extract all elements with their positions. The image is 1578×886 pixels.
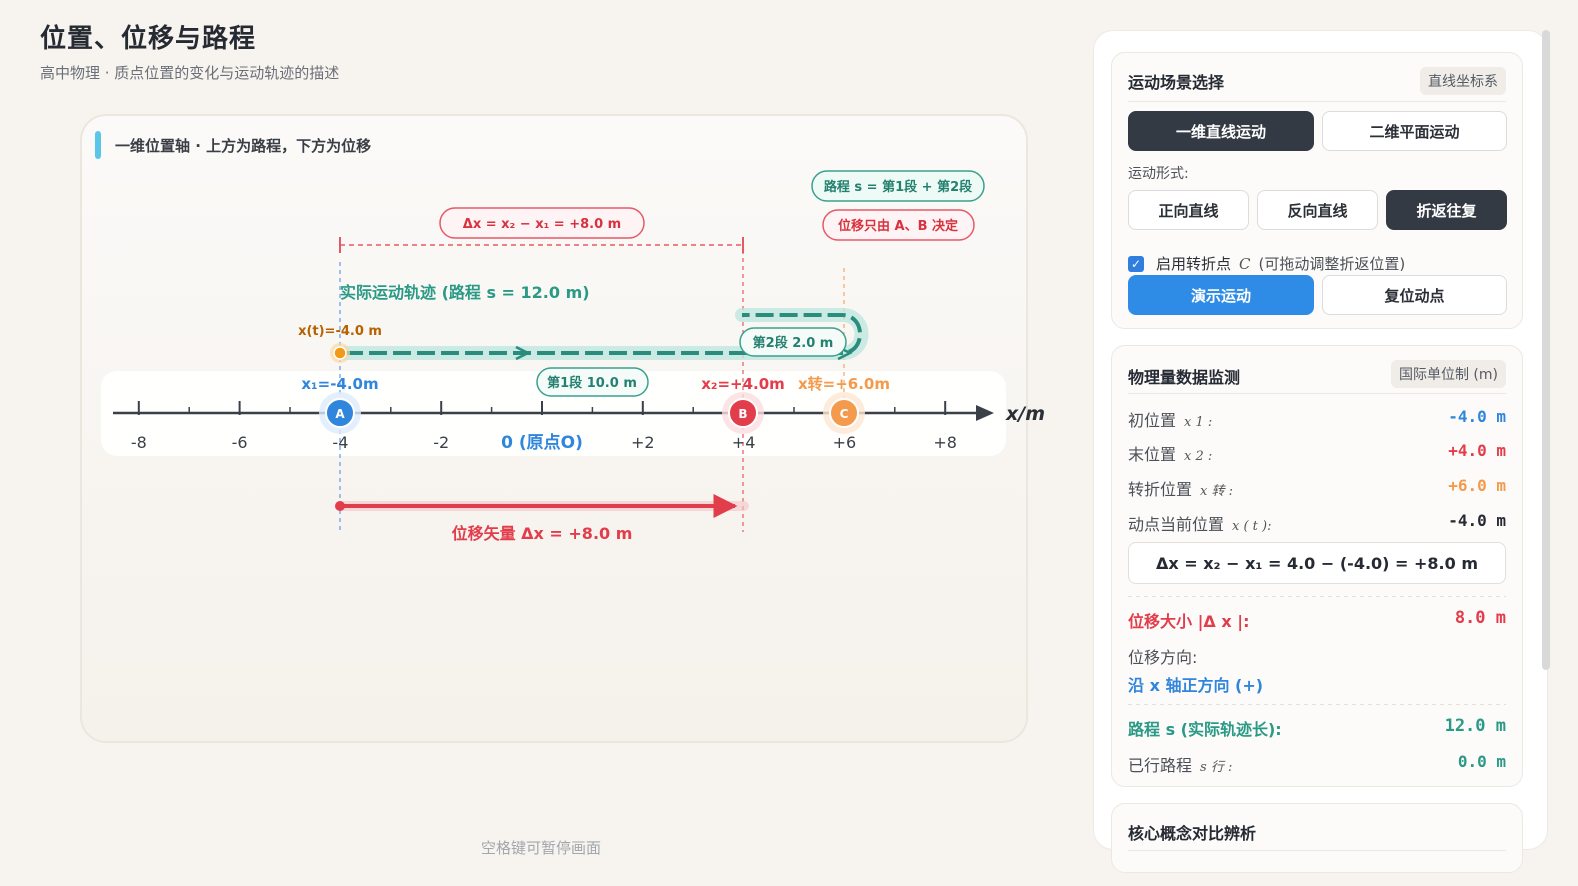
turn-point-symbol: C — [1239, 254, 1251, 273]
x1-label: x₁=-4.0m — [301, 375, 378, 393]
reset-point-button[interactable]: 复位动点 — [1322, 275, 1507, 315]
axis-tick-label: +2 — [631, 433, 655, 452]
direction-label: 位移方向: — [1128, 648, 1198, 667]
axis-tick-label: -2 — [433, 433, 449, 452]
x-axis-arrow — [976, 405, 994, 421]
delta-formula-text: Δx = x₂ − x₁ = +8.0 m — [463, 217, 621, 232]
scene-select-card: 运动场景选择 直线坐标系 一维直线运动 二维平面运动 运动形式: 正向直线 反向… — [1111, 52, 1523, 329]
concept-divider — [1128, 850, 1506, 851]
axis-tick-label: -8 — [131, 433, 147, 452]
current-position-value: -4.0 m — [1448, 511, 1506, 530]
pause-hint: 空格键可暂停画面 — [480, 839, 601, 857]
form-backward-button[interactable]: 反向直线 — [1257, 190, 1378, 230]
segment2-text: 第2段 2.0 m — [753, 335, 834, 351]
displacement-size-label: 位移大小 |Δ x |: — [1128, 612, 1250, 631]
form-forward-button[interactable]: 正向直线 — [1128, 190, 1249, 230]
data-monitor-title: 物理量数据监测 — [1128, 368, 1241, 387]
side-panel-scrollbar[interactable] — [1542, 30, 1550, 670]
coordinate-system-tag: 直线坐标系 — [1420, 67, 1506, 95]
data-divider-3 — [1128, 704, 1506, 705]
point-b-letter: B — [738, 407, 747, 421]
turn-position-label: 转折位置 x 转 : — [1128, 480, 1233, 499]
play-motion-button[interactable]: 演示运动 — [1128, 275, 1314, 315]
x2-label: x₂=+4.0m — [701, 375, 785, 393]
motion-form-label: 运动形式: — [1128, 166, 1189, 182]
final-position-label: 末位置 x 2 : — [1128, 445, 1213, 464]
axis-tick-label: +8 — [933, 433, 957, 452]
final-position-value: +4.0 m — [1448, 441, 1506, 460]
moving-point[interactable] — [333, 346, 347, 360]
form-round-trip-button[interactable]: 折返往复 — [1386, 190, 1507, 230]
scene-select-title: 运动场景选择 — [1128, 73, 1225, 92]
axis-tick-label: -4 — [332, 433, 348, 452]
xturn-label: x转=+6.0m — [798, 375, 890, 393]
direction-value: 沿 x 轴正方向 (+) — [1128, 676, 1264, 695]
delta-formula-box: Δx = x₂ − x₁ = 4.0 − (-4.0) = +8.0 m — [1128, 542, 1506, 584]
unit-system-tag: 国际单位制 (m) — [1390, 360, 1506, 388]
x-axis-unit: x/m — [1005, 403, 1045, 425]
path-length-value: 12.0 m — [1444, 716, 1506, 736]
mode-2d-button[interactable]: 二维平面运动 — [1322, 111, 1507, 151]
turn-point-checkbox-row[interactable]: ✓ 启用转折点 C (可拖动调整折返位置) — [1128, 253, 1405, 274]
moving-point-label: x(t)=-4.0 m — [298, 324, 382, 339]
mode-1d-button[interactable]: 一维直线运动 — [1128, 111, 1314, 151]
point-c-letter: C — [840, 407, 849, 421]
current-position-label: 动点当前位置 x ( t ): — [1128, 515, 1272, 534]
path-length-label: 路程 s (实际轨迹长): — [1128, 720, 1282, 739]
travelled-path-value: 0.0 m — [1457, 752, 1506, 771]
concept-card-title: 核心概念对比辨析 — [1128, 824, 1257, 843]
initial-position-value: -4.0 m — [1448, 407, 1506, 426]
initial-position-label: 初位置 x 1 : — [1128, 411, 1213, 430]
trajectory-label: 实际运动轨迹 (路程 s = 12.0 m) — [340, 283, 590, 302]
motion-scene: Δx = x₂ − x₁ = +8.0 m 路程 s = 第1段 + 第2段 位… — [113, 170, 1045, 543]
origin-tick-label: 0 (原点O) — [501, 432, 583, 453]
displacement-vector-start — [335, 501, 345, 511]
displacement-vector-label: 位移矢量 Δx = +8.0 m — [452, 524, 633, 543]
axis-tick-label: -6 — [232, 433, 248, 452]
concept-card: 核心概念对比辨析 — [1111, 803, 1523, 873]
travelled-path-label: 已行路程 s 行 : — [1128, 756, 1233, 775]
turn-position-value: +6.0 m — [1448, 476, 1506, 495]
turn-point-note: (可拖动调整折返位置) — [1258, 255, 1406, 273]
scene-divider — [1128, 101, 1506, 102]
displacement-size-value: 8.0 m — [1454, 608, 1506, 628]
axis-tick-label: +6 — [833, 433, 857, 452]
path-formula-text: 路程 s = 第1段 + 第2段 — [824, 179, 972, 195]
data-monitor-card: 物理量数据监测 国际单位制 (m) 初位置 x 1 : -4.0 m 末位置 x 2… — [1111, 345, 1523, 787]
data-divider-2 — [1128, 596, 1506, 597]
point-a-letter: A — [335, 407, 345, 421]
axis-tick-label: +4 — [732, 433, 756, 452]
turn-point-checkbox-label: 启用转折点 — [1156, 255, 1232, 273]
segment1-text: 第1段 10.0 m — [547, 375, 637, 391]
data-divider-1 — [1128, 393, 1506, 394]
turn-point-checkbox[interactable]: ✓ — [1128, 255, 1144, 272]
displacement-only-text: 位移只由 A、B 决定 — [838, 218, 958, 234]
